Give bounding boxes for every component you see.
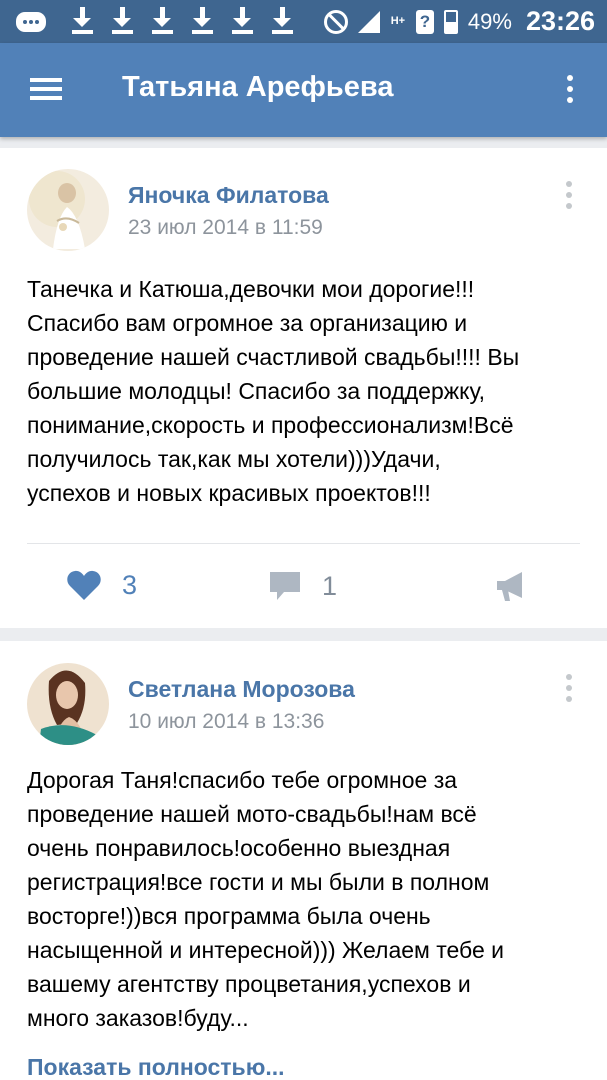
- post-author[interactable]: Светлана Морозова: [128, 676, 355, 703]
- post-menu-icon[interactable]: [561, 674, 577, 704]
- like-button[interactable]: 3: [66, 569, 137, 601]
- comment-button[interactable]: 1: [268, 569, 337, 603]
- download-icon: [263, 0, 303, 43]
- avatar[interactable]: [27, 663, 109, 745]
- sim-question-icon: ?: [415, 9, 434, 34]
- post-text: Танечка и Катюша,девочки мои дорогие!!! …: [27, 276, 520, 506]
- more-vertical-icon[interactable]: [560, 75, 580, 107]
- avatar[interactable]: [27, 169, 109, 251]
- post-author[interactable]: Яночка Филатова: [128, 182, 329, 209]
- megaphone-icon: [497, 572, 522, 601]
- download-icon: [183, 0, 223, 43]
- network-type-label: H+: [390, 15, 406, 27]
- screen: { "status_bar": { "battery_percent": "49…: [0, 0, 607, 1080]
- battery-percent: 49%: [467, 8, 512, 34]
- post-menu-icon[interactable]: [561, 181, 577, 211]
- block-icon: [323, 9, 348, 34]
- chat-icon: [16, 11, 46, 32]
- divider: [27, 543, 580, 544]
- clock: 23:26: [525, 6, 595, 36]
- post-date: 23 июл 2014 в 11:59: [128, 216, 323, 239]
- post-date: 10 июл 2014 в 13:36: [128, 710, 325, 733]
- comment-count: 1: [322, 570, 338, 601]
- share-button[interactable]: [494, 569, 528, 608]
- status-bar: H+ ? 49% 23:26: [0, 0, 607, 43]
- heart-icon: [67, 570, 101, 600]
- page-title: Татьяна Арефьева: [122, 71, 394, 103]
- show-more-link[interactable]: Показать полностью...: [27, 1054, 285, 1080]
- signal-icon: [357, 10, 380, 33]
- post-card: Светлана Морозова 10 июл 2014 в 13:36 До…: [0, 641, 607, 1080]
- post-card: Яночка Филатова 23 июл 2014 в 11:59 Тане…: [0, 148, 607, 628]
- menu-icon[interactable]: [30, 76, 64, 102]
- download-icon: [143, 0, 183, 43]
- comment-icon: [270, 572, 300, 600]
- download-icon: [223, 0, 263, 43]
- battery-icon: [443, 9, 458, 34]
- download-icon: [63, 0, 103, 43]
- post-actions: 3 1: [0, 555, 607, 615]
- post-text: Дорогая Таня!спасибо тебе огромное за пр…: [27, 767, 505, 1031]
- app-bar: Татьяна Арефьева: [0, 43, 607, 137]
- download-icon: [103, 0, 143, 43]
- like-count: 3: [122, 569, 138, 600]
